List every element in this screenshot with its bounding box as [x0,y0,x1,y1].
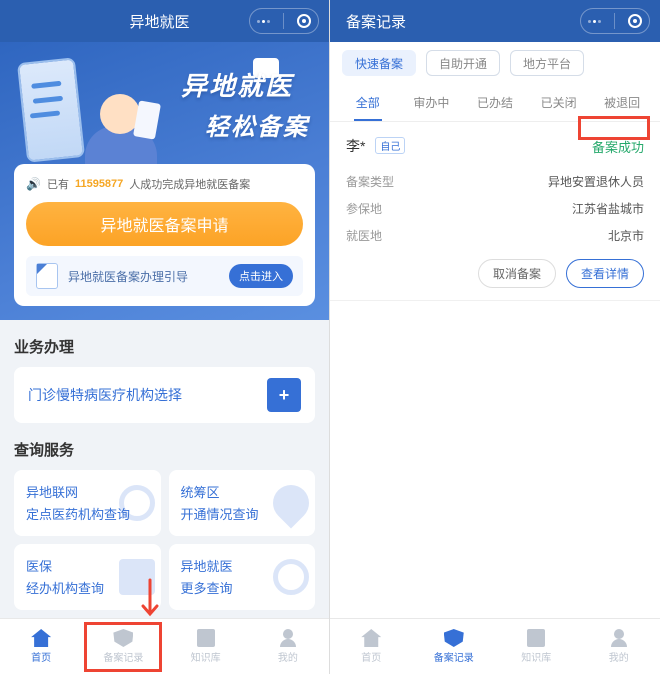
kv-insured-place: 参保地江苏省盐城市 [346,195,644,222]
top-chip-row: 快速备案 自助开通 地方平台 [330,42,660,84]
hero-banner: 异地就医 轻松备案 🔊 已有 11595877 人成功完成异地就医备案 异地就医… [0,42,329,320]
tile-region-query[interactable]: 统筹区 开通情况查询 [169,470,316,536]
book-icon [197,629,215,647]
tile-clinic-select[interactable]: 门诊慢特病医疗机构选择 [14,367,315,423]
chip-quick[interactable]: 快速备案 [342,50,416,76]
kv-type: 备案类型异地安置退休人员 [346,168,644,195]
cancel-record-button[interactable]: 取消备案 [478,259,556,288]
tab-home[interactable]: 首页 [0,619,82,674]
chip-self[interactable]: 自助开通 [426,50,500,76]
filter-tabs: 全部 审办中 已办结 已关闭 被退回 [330,84,660,122]
more-icon[interactable] [588,20,601,23]
tab-knowledge[interactable]: 知识库 [165,619,247,674]
titlebar-left: 异地就医 [0,0,329,42]
user-icon [278,629,298,647]
stat-line: 🔊 已有 11595877 人成功完成异地就医备案 [26,176,303,192]
tab-home[interactable]: 首页 [330,619,413,674]
tab-bar-right: 首页 备案记录 知识库 我的 [330,618,660,674]
app-title: 异地就医 [129,11,189,32]
titlebar-right: 备案记录 [330,0,660,42]
shield-icon [444,629,464,647]
view-detail-button[interactable]: 查看详情 [566,259,644,288]
annotation-arrow-icon [140,578,160,622]
capsule-menu[interactable] [249,8,319,34]
horn-icon: 🔊 [26,177,41,191]
home-icon [361,629,381,647]
tab-record[interactable]: 备案记录 [82,619,164,674]
apply-button[interactable]: 异地就医备案申请 [26,202,303,246]
section-title-query: 查询服务 [0,423,329,470]
user-icon [609,629,629,647]
phone-illustration-icon [17,57,85,163]
filter-returned[interactable]: 被退回 [590,84,654,121]
tab-mine[interactable]: 我的 [247,619,329,674]
section-title-biz: 业务办理 [0,320,329,367]
tab-knowledge[interactable]: 知识库 [495,619,578,674]
record-name: 李* 自己 [346,136,405,156]
target-icon[interactable] [297,14,311,28]
home-icon [31,629,51,647]
shield-icon [113,629,133,647]
chip-local[interactable]: 地方平台 [510,50,584,76]
target-icon[interactable] [628,14,642,28]
tab-mine[interactable]: 我的 [578,619,660,674]
more-icon[interactable] [257,20,270,23]
tile-more-query[interactable]: 异地就医 更多查询 [169,544,316,610]
hospital-icon [267,378,301,412]
capsule-menu[interactable] [580,8,650,34]
tab-record[interactable]: 备案记录 [413,619,496,674]
document-icon [36,263,58,289]
tab-bar-left: 首页 备案记录 知识库 我的 [0,618,329,674]
filter-closed[interactable]: 已关闭 [527,84,591,121]
filter-all[interactable]: 全部 [336,84,400,121]
link-icon [119,485,155,521]
filter-done[interactable]: 已办结 [463,84,527,121]
tile-network-query[interactable]: 异地联网 定点医药机构查询 [14,470,161,536]
guide-row[interactable]: 异地就医备案办理引导 点击进入 [26,256,303,296]
book-icon [527,629,545,647]
guide-enter-button[interactable]: 点击进入 [229,264,293,288]
tile-insurance-query[interactable]: 医保 经办机构查询 [14,544,161,610]
self-tag: 自己 [375,137,405,154]
kv-treat-place: 就医地北京市 [346,222,644,249]
hero-headline: 异地就医 轻松备案 [181,66,309,142]
more-query-icon [273,559,309,595]
status-badge: 备案成功 [592,137,644,156]
filter-processing[interactable]: 审办中 [400,84,464,121]
page-title: 备案记录 [340,11,580,32]
record-card[interactable]: 李* 自己 备案成功 备案类型异地安置退休人员 参保地江苏省盐城市 就医地北京市… [330,122,660,301]
